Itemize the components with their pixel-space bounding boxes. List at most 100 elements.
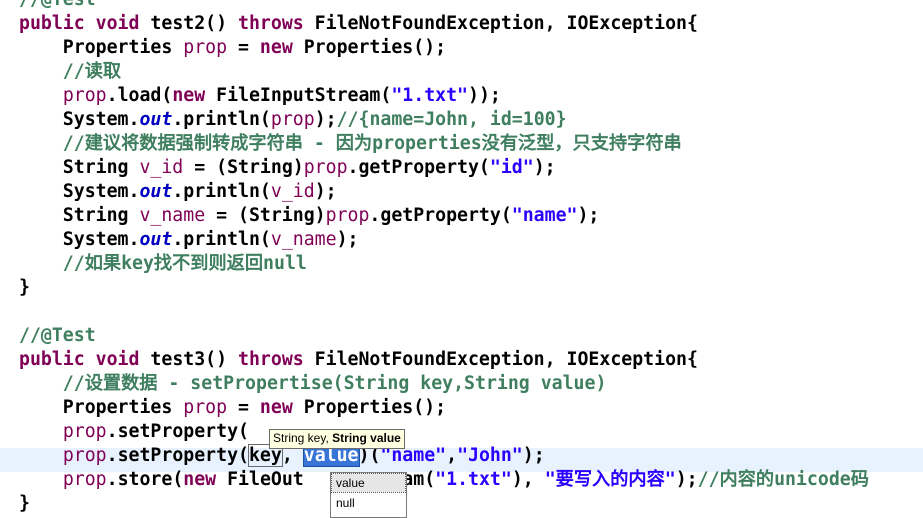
code-token: FileOut xyxy=(216,469,304,490)
code-token: .getProperty( xyxy=(369,205,512,226)
code-line[interactable]: } xyxy=(19,276,30,300)
code-token: test3() xyxy=(139,349,239,370)
code-line[interactable]: System.out.println(v_id); xyxy=(19,180,337,204)
code-token: prop xyxy=(62,445,107,466)
code-token: void xyxy=(95,349,140,370)
code-token: prop xyxy=(270,109,315,130)
code-line[interactable]: Properties prop = new Properties(); xyxy=(19,396,446,420)
completion-popup[interactable]: value null xyxy=(330,472,407,518)
code-line[interactable]: prop.setProperty( xyxy=(19,420,249,444)
code-line[interactable]: Properties prop = new Properties(); xyxy=(19,36,446,60)
code-token: )); xyxy=(468,85,501,106)
code-token: void xyxy=(95,13,140,34)
code-token: ); xyxy=(336,229,359,250)
code-token: ); xyxy=(314,181,337,202)
code-token: new xyxy=(259,397,293,418)
code-token: ); xyxy=(533,157,556,178)
code-token: System. xyxy=(19,181,140,202)
code-token: ), xyxy=(511,469,545,490)
code-token: .println( xyxy=(172,181,271,202)
parameter-hint-tooltip: String key, String value xyxy=(269,429,405,449)
code-token: = xyxy=(227,397,260,418)
code-token: throws xyxy=(238,13,304,34)
code-token: //@Test xyxy=(19,0,96,10)
code-token: "John" xyxy=(457,445,523,466)
code-token: ); xyxy=(522,445,545,466)
code-token: //如果key找不到则返回null xyxy=(19,253,307,274)
code-token: out xyxy=(139,109,173,130)
code-token: .setProperty( xyxy=(106,421,249,442)
code-line[interactable]: public void test3() throws FileNotFoundE… xyxy=(19,348,698,372)
code-token: } xyxy=(19,277,30,298)
code-token: Properties(); xyxy=(292,37,447,58)
code-token: ); xyxy=(314,109,337,130)
code-line[interactable]: //建议将数据强制转成字符串 - 因为properties没有泛型，只支持字符串 xyxy=(19,132,682,156)
code-token: new xyxy=(259,37,293,58)
code-token: prop xyxy=(183,397,228,418)
code-token: prop xyxy=(325,205,370,226)
code-line[interactable]: //读取 xyxy=(19,60,121,84)
code-token: .load( xyxy=(106,85,173,106)
code-line[interactable]: //如果key找不到则返回null xyxy=(19,252,307,276)
code-token: public xyxy=(19,13,85,34)
code-token: v_id xyxy=(139,157,184,178)
code-token: //设置数据 - setPropertise(String key,String… xyxy=(19,373,607,394)
code-token: public xyxy=(19,349,85,370)
code-token: = (String) xyxy=(183,157,304,178)
code-token: "1.txt" xyxy=(435,469,512,490)
code-line[interactable]: //@Test xyxy=(19,324,96,348)
code-token: prop xyxy=(62,85,107,106)
code-token: ); xyxy=(577,205,600,226)
code-token: ); xyxy=(675,469,698,490)
code-token: v_id xyxy=(270,181,315,202)
code-editor[interactable]: //@Test public void test2() throws FileNo… xyxy=(0,0,923,516)
code-token: //建议将数据强制转成字符串 - 因为properties没有泛型，只支持字符串 xyxy=(19,133,682,154)
code-line[interactable]: //@Test xyxy=(19,0,96,12)
code-token: //内容的unicode码 xyxy=(697,469,869,490)
completion-item-null[interactable]: null xyxy=(331,493,406,513)
code-line[interactable]: prop.load(new FileInputStream("1.txt")); xyxy=(19,84,501,108)
code-token: "要写入的内容" xyxy=(544,469,676,490)
completion-item-value[interactable]: value xyxy=(331,473,406,493)
code-token: String xyxy=(19,205,140,226)
code-token: FileInputStream( xyxy=(205,85,392,106)
code-line[interactable]: } xyxy=(19,492,30,516)
code-token: FileNotFoundException, IOException{ xyxy=(303,349,698,370)
code-token: test2() xyxy=(139,13,239,34)
code-line[interactable]: public void test2() throws FileNotFoundE… xyxy=(19,12,698,36)
code-token: .println( xyxy=(172,109,271,130)
code-token: //@Test xyxy=(19,325,96,346)
code-token: new xyxy=(183,469,217,490)
code-token: prop xyxy=(183,37,228,58)
code-token: //{name=John, id=100} xyxy=(336,109,567,130)
code-token: new xyxy=(172,85,206,106)
code-token: = xyxy=(227,37,260,58)
code-token: prop xyxy=(62,421,107,442)
param-hint-value: String value xyxy=(332,431,401,445)
code-token: .setProperty( xyxy=(106,445,249,466)
code-token: "id" xyxy=(489,157,534,178)
code-token: Properties(); xyxy=(292,397,447,418)
code-line[interactable]: //设置数据 - setPropertise(String key,String… xyxy=(19,372,607,396)
code-token: } xyxy=(19,493,30,514)
code-token: v_name xyxy=(270,229,337,250)
code-line[interactable]: System.out.println(prop);//{name=John, i… xyxy=(19,108,567,132)
code-token: //读取 xyxy=(19,61,122,82)
code-line[interactable]: prop.store(new FileOut eam("1.txt"), "要写… xyxy=(19,468,869,492)
code-token: "1.txt" xyxy=(391,85,468,106)
code-line[interactable]: String v_name = (String)prop.getProperty… xyxy=(19,204,600,228)
code-token: .println( xyxy=(172,229,271,250)
code-line[interactable]: String v_id = (String)prop.getProperty("… xyxy=(19,156,556,180)
code-line[interactable]: System.out.println(v_name); xyxy=(19,228,359,252)
code-token: Properties xyxy=(19,37,184,58)
code-token: String xyxy=(19,157,140,178)
code-token: System. xyxy=(19,229,140,250)
code-token: prop xyxy=(62,469,107,490)
code-token: .store( xyxy=(106,469,184,490)
code-token: out xyxy=(139,181,173,202)
